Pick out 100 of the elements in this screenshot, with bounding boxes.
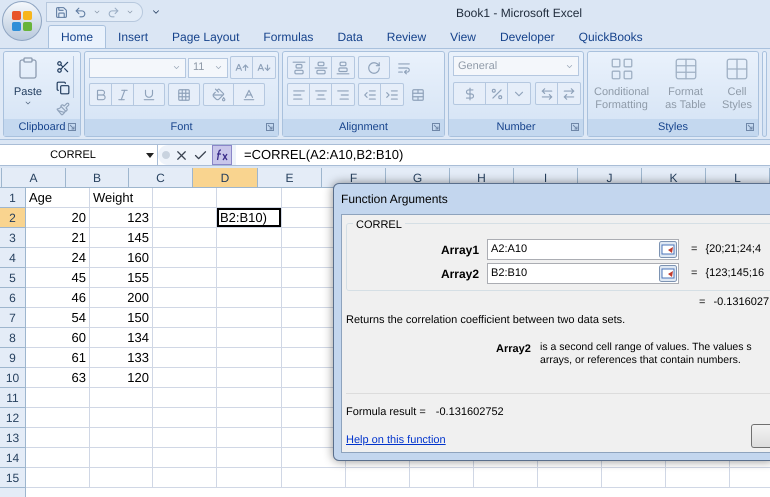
dialog-launcher-icon[interactable]: [746, 123, 754, 131]
table-cell[interactable]: 20: [26, 208, 90, 228]
row-header[interactable]: 11: [0, 388, 26, 408]
function-icon: [215, 149, 229, 161]
column-header[interactable]: D: [193, 168, 258, 188]
ribbon-tab[interactable]: Data: [325, 25, 375, 48]
table-cell[interactable]: 123: [90, 208, 153, 228]
row-header[interactable]: 14: [0, 448, 26, 468]
align-right-icon: [336, 88, 350, 102]
row-header[interactable]: 1: [0, 188, 26, 208]
ribbon-tab[interactable]: Home: [48, 25, 106, 48]
argument-result: {20;21;24;4: [705, 242, 762, 258]
row-header[interactable]: 5: [0, 268, 26, 288]
group-label: Styles: [658, 120, 688, 136]
save-icon[interactable]: [55, 6, 68, 18]
table-cell[interactable]: 200: [90, 288, 153, 308]
table-cell[interactable]: Weight: [90, 188, 153, 208]
row-header[interactable]: 4: [0, 248, 26, 268]
ribbon-tab[interactable]: Review: [374, 25, 438, 48]
ribbon-tab[interactable]: Formulas: [251, 25, 326, 48]
ribbon-tab[interactable]: Insert: [106, 25, 160, 48]
orientation-icon: [367, 60, 381, 74]
table-cell[interactable]: 134: [90, 328, 153, 348]
column-header[interactable]: B: [66, 168, 129, 188]
row-header[interactable]: 6: [0, 288, 26, 308]
table-cell[interactable]: 160: [90, 248, 153, 268]
redo-icon[interactable]: [107, 6, 120, 18]
top-align-icon: [292, 60, 306, 74]
underline-icon: [142, 88, 156, 102]
row-header[interactable]: 7: [0, 308, 26, 328]
table-cell[interactable]: 21: [26, 228, 90, 248]
dropdown-caret-icon[interactable]: [126, 8, 134, 16]
ribbon-tab[interactable]: Developer: [488, 25, 567, 48]
row-header[interactable]: 13: [0, 428, 26, 448]
table-cell[interactable]: 54: [26, 308, 90, 328]
table-cell[interactable]: 61: [26, 348, 90, 368]
logo-icon: [11, 10, 33, 32]
collapse-dialog-icon[interactable]: [659, 241, 677, 258]
group-label: Number: [496, 120, 536, 136]
dialog-launcher-icon[interactable]: [571, 123, 579, 131]
font-color-icon: [242, 88, 256, 102]
table-cell[interactable]: Age: [26, 188, 90, 208]
argument-field[interactable]: B2:B10: [487, 263, 679, 284]
table-cell[interactable]: 63: [26, 368, 90, 388]
formula-field[interactable]: =CORREL(A2:A10,B2:B10): [244, 145, 404, 165]
dialog-launcher-icon[interactable]: [266, 123, 274, 131]
name-box[interactable]: CORREL: [0, 145, 158, 165]
table-cell[interactable]: 150: [90, 308, 153, 328]
column-header[interactable]: A: [2, 168, 66, 188]
ribbon-tab[interactable]: Page Layout: [160, 25, 252, 48]
help-link[interactable]: Help on this function: [346, 432, 446, 448]
table-cell[interactable]: 120: [90, 368, 153, 388]
dropdown-caret-icon[interactable]: [93, 8, 101, 16]
column-header[interactable]: C: [129, 168, 193, 188]
collapse-dialog-icon[interactable]: [659, 265, 677, 282]
align-left-icon: [292, 88, 306, 102]
row-header[interactable]: 10: [0, 368, 26, 388]
row-header[interactable]: 3: [0, 228, 26, 248]
table-cell[interactable]: 60: [26, 328, 90, 348]
argument-field[interactable]: A2:A10: [487, 239, 679, 260]
active-cell[interactable]: B2:B10): [217, 208, 281, 227]
table-cell[interactable]: 145: [90, 228, 153, 248]
table-cell[interactable]: 155: [90, 268, 153, 288]
equals-sign: =: [699, 294, 706, 310]
row-header[interactable]: 2: [0, 208, 26, 228]
italic-icon: [116, 88, 130, 102]
argument-result: {123;145;16: [705, 266, 764, 282]
align-center-icon: [314, 88, 328, 102]
table-style-icon: [672, 56, 699, 82]
table-cell[interactable]: 45: [26, 268, 90, 288]
undo-icon[interactable]: [74, 6, 87, 18]
ribbon-tab[interactable]: QuickBooks: [566, 25, 655, 48]
equals-sign: =: [691, 266, 698, 282]
result-preview: -0.1316027: [713, 294, 770, 310]
dropdown-caret-icon: [146, 152, 154, 158]
argument-help-text: is a second cell range of values. The values s arrays, or references that contain numbers.: [540, 340, 752, 366]
decrease-indent-icon: [362, 88, 376, 102]
table-cell[interactable]: 24: [26, 248, 90, 268]
row-header[interactable]: 12: [0, 408, 26, 428]
dropdown-caret-icon: [214, 63, 223, 72]
table-cell[interactable]: 46: [26, 288, 90, 308]
cut-icon: [56, 60, 70, 74]
middle-align-icon: [314, 60, 328, 74]
argument-label: Array1: [440, 242, 480, 258]
table-cell[interactable]: 133: [90, 348, 153, 368]
row-header[interactable]: 8: [0, 328, 26, 348]
dropdown-caret-icon: [24, 99, 32, 107]
ribbon-tab[interactable]: View: [438, 25, 488, 48]
office-button[interactable]: [2, 1, 42, 41]
dialog-launcher-icon[interactable]: [432, 123, 440, 131]
merge-icon: [411, 88, 425, 102]
row-header[interactable]: 15: [0, 468, 26, 488]
function-description: Returns the correlation coefficient between two data sets.: [346, 313, 626, 328]
row-header[interactable]: 9: [0, 348, 26, 368]
bottom-align-icon: [336, 60, 350, 74]
column-header[interactable]: E: [258, 168, 322, 188]
insert-function-button[interactable]: [212, 145, 232, 165]
dialog-launcher-icon[interactable]: [68, 123, 76, 131]
formula-result-value: -0.131602752: [436, 404, 504, 420]
dialog-title: Function Arguments: [341, 191, 448, 208]
